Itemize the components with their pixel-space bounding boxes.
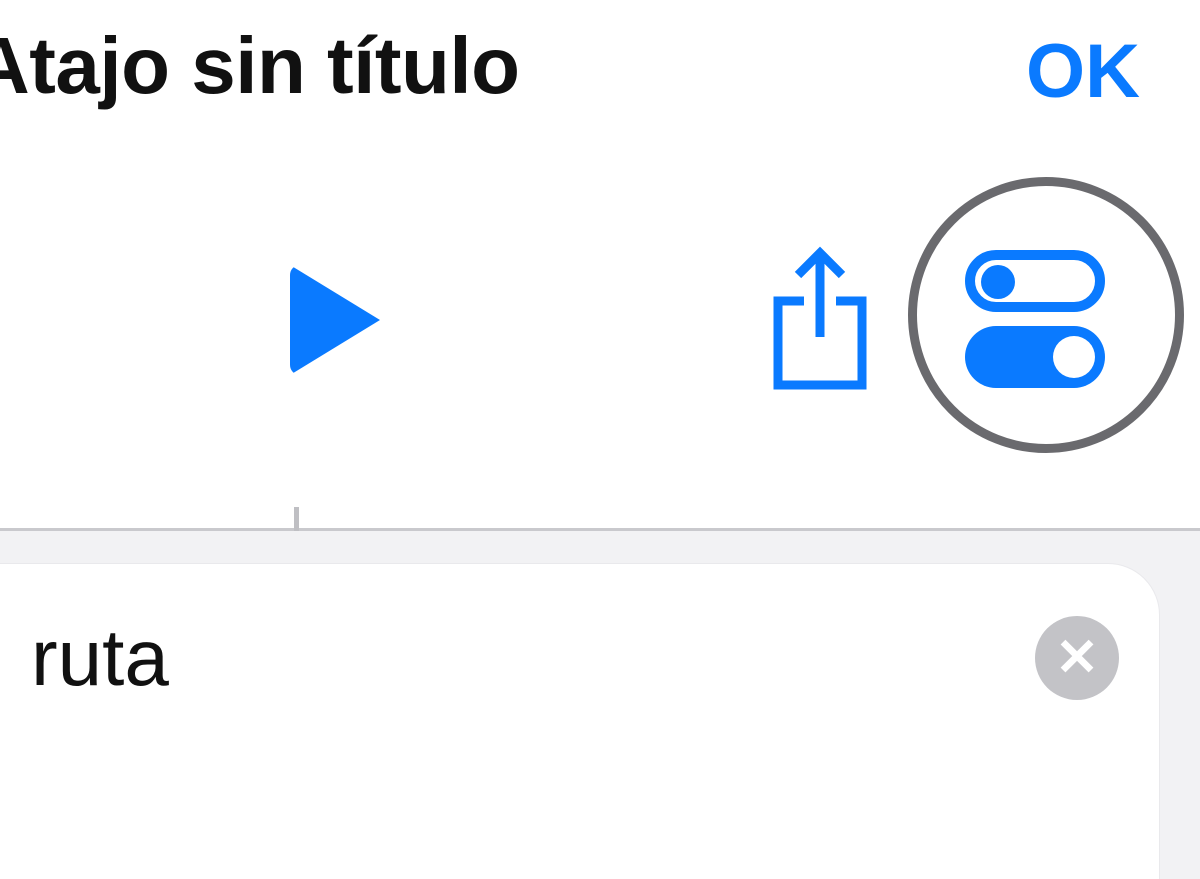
- share-button[interactable]: [760, 245, 880, 400]
- flow-connector: [294, 507, 299, 531]
- actions-area: ruta ✕: [0, 528, 1200, 879]
- ok-button[interactable]: OK: [1026, 28, 1140, 115]
- remove-action-button[interactable]: ✕: [1035, 616, 1119, 700]
- share-icon: [760, 245, 880, 395]
- toolbar: [0, 235, 1200, 435]
- settings-button[interactable]: [965, 250, 1105, 388]
- page-title[interactable]: Atajo sin título: [0, 20, 520, 112]
- settings-toggles-icon: [965, 250, 1105, 388]
- play-icon: [290, 265, 380, 375]
- action-card[interactable]: ruta ✕: [0, 563, 1160, 879]
- close-icon: ✕: [1055, 632, 1099, 684]
- action-title: ruta: [31, 612, 169, 704]
- play-button[interactable]: [290, 265, 380, 375]
